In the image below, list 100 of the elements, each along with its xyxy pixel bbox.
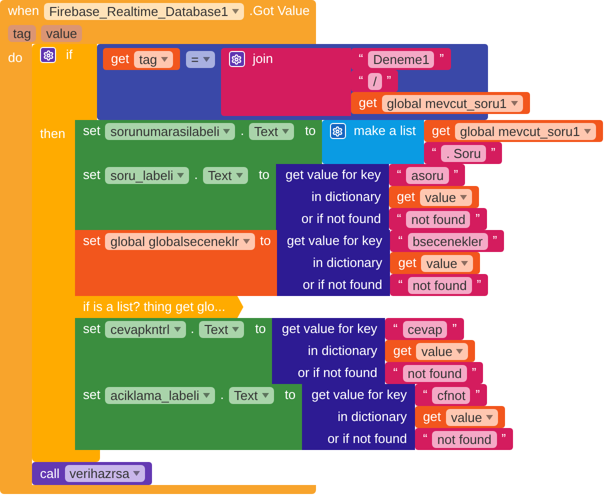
caret-icon — [161, 56, 168, 62]
dropdown-field[interactable]: Text — [199, 320, 244, 338]
parameter-chip[interactable]: value — [41, 24, 82, 42]
string-literal-field[interactable]: asoru — [406, 166, 449, 184]
quote-mark: ” — [475, 210, 480, 228]
caret-icon — [177, 172, 184, 178]
caret-icon — [223, 128, 230, 134]
block-label: if — [66, 47, 72, 63]
block-label: or if not found — [327, 430, 407, 448]
block-label: . — [194, 166, 198, 184]
quote-mark: “ — [422, 386, 428, 404]
string-literal-field[interactable]: / — [368, 72, 382, 90]
block-label: or if not found — [301, 210, 381, 228]
block-label: get — [111, 50, 130, 68]
block-label: get value for key — [282, 320, 378, 338]
block-label: or if not found — [298, 364, 378, 382]
dropdown-field[interactable]: value — [416, 342, 468, 360]
string-literal-field[interactable]: cevap — [402, 320, 448, 338]
dropdown-field[interactable]: global mevcut_soru1 — [382, 94, 523, 112]
dropdown-field[interactable]: Text — [202, 166, 248, 184]
gear-icon[interactable] — [228, 51, 245, 67]
block-label: get value for key — [312, 386, 407, 404]
dropdown-field[interactable]: Text — [228, 386, 274, 404]
block-label: join — [252, 51, 273, 67]
caret-icon — [232, 8, 240, 14]
quote-mark: ” — [490, 144, 496, 162]
block-label: to — [284, 386, 296, 404]
quote-mark: “ — [393, 320, 398, 338]
dropdown-field[interactable]: value — [421, 254, 474, 272]
quote-mark: “ — [398, 276, 403, 294]
string-literal-field[interactable]: not found — [406, 210, 470, 228]
block-label: .Got Value — [249, 2, 310, 20]
dropdown-field[interactable]: sorunumarasilabeli — [105, 122, 236, 140]
caret-icon — [262, 392, 269, 398]
block-label: get value for key — [286, 232, 382, 250]
string-literal-field[interactable]: not found — [402, 364, 467, 382]
block-label: do — [8, 50, 22, 65]
block-label: in dictionary — [312, 254, 382, 272]
dropdown-field[interactable]: soru_labeli — [105, 166, 190, 184]
string-literal-field[interactable]: . Soru — [441, 144, 486, 162]
quote-mark: ” — [502, 430, 506, 448]
quote-mark: “ — [358, 50, 364, 68]
string-literal-field[interactable]: not found — [408, 276, 472, 294]
caret-icon — [584, 128, 591, 134]
string-literal-field[interactable]: cfnot — [432, 386, 470, 404]
dropdown-field[interactable]: global mevcut_soru1 — [455, 122, 596, 140]
block-label: in dictionary — [338, 408, 407, 426]
quote-mark: “ — [398, 232, 403, 250]
quote-mark: ” — [452, 320, 457, 338]
dropdown-field[interactable]: Text — [249, 122, 294, 140]
string-literal-field[interactable]: not found — [432, 430, 496, 448]
block-label: make a list — [354, 123, 416, 139]
parameter-chip[interactable]: tag — [8, 24, 36, 42]
string-literal-field[interactable]: Deneme1 — [368, 50, 434, 68]
caret-icon — [243, 238, 250, 244]
block-label: get value for key — [286, 166, 381, 184]
gear-icon[interactable] — [330, 123, 346, 139]
caret-icon — [456, 348, 464, 354]
string-literal-field[interactable]: bsecenekler — [408, 232, 488, 250]
quote-mark: ” — [439, 50, 444, 68]
block-label: get — [358, 94, 377, 112]
dropdown-field[interactable]: value — [420, 188, 472, 206]
dropdown-field[interactable]: Firebase_Realtime_Database1 — [44, 2, 244, 20]
block-label: . — [190, 320, 194, 338]
dropdown-field[interactable]: verihazrsa — [64, 465, 146, 482]
quote-mark: ” — [492, 232, 498, 250]
block-label: . — [240, 122, 244, 140]
block-label: get — [432, 122, 450, 140]
quote-mark: “ — [432, 144, 436, 162]
block-label: set — [83, 320, 100, 338]
block-label: to — [304, 122, 316, 140]
dropdown-field[interactable]: aciklama_labeli — [105, 386, 216, 404]
quote-mark: ” — [386, 72, 392, 90]
caret-icon — [174, 326, 181, 332]
block-label: set — [83, 122, 100, 140]
block-label: if is a list? thing get glo... — [83, 298, 226, 316]
quote-mark: “ — [358, 72, 364, 90]
dropdown-field[interactable]: tag — [134, 50, 174, 68]
caret-icon — [232, 326, 240, 332]
dropdown-field[interactable]: = — [186, 50, 215, 68]
quote-mark: ” — [454, 166, 458, 184]
caret-icon — [460, 194, 468, 200]
dropdown-field[interactable]: value — [446, 408, 498, 426]
quote-mark: “ — [422, 430, 428, 448]
block-label: set — [83, 386, 100, 404]
caret-icon — [203, 392, 210, 398]
quote-mark: ” — [475, 386, 480, 404]
block-label: or if not found — [302, 276, 382, 294]
dropdown-field[interactable]: cevapkntrl — [105, 320, 186, 338]
block-label: get — [422, 408, 442, 426]
caret-icon — [133, 471, 140, 476]
caret-icon — [510, 100, 518, 106]
block-label: set — [83, 232, 100, 250]
block-label: set — [83, 166, 100, 184]
caret-icon — [486, 414, 494, 420]
caret-icon — [461, 260, 468, 266]
gear-icon[interactable] — [40, 47, 56, 63]
quote-mark: “ — [396, 166, 402, 184]
block-label: in dictionary — [312, 188, 381, 206]
dropdown-field[interactable]: global globalseceneklr — [105, 232, 255, 250]
